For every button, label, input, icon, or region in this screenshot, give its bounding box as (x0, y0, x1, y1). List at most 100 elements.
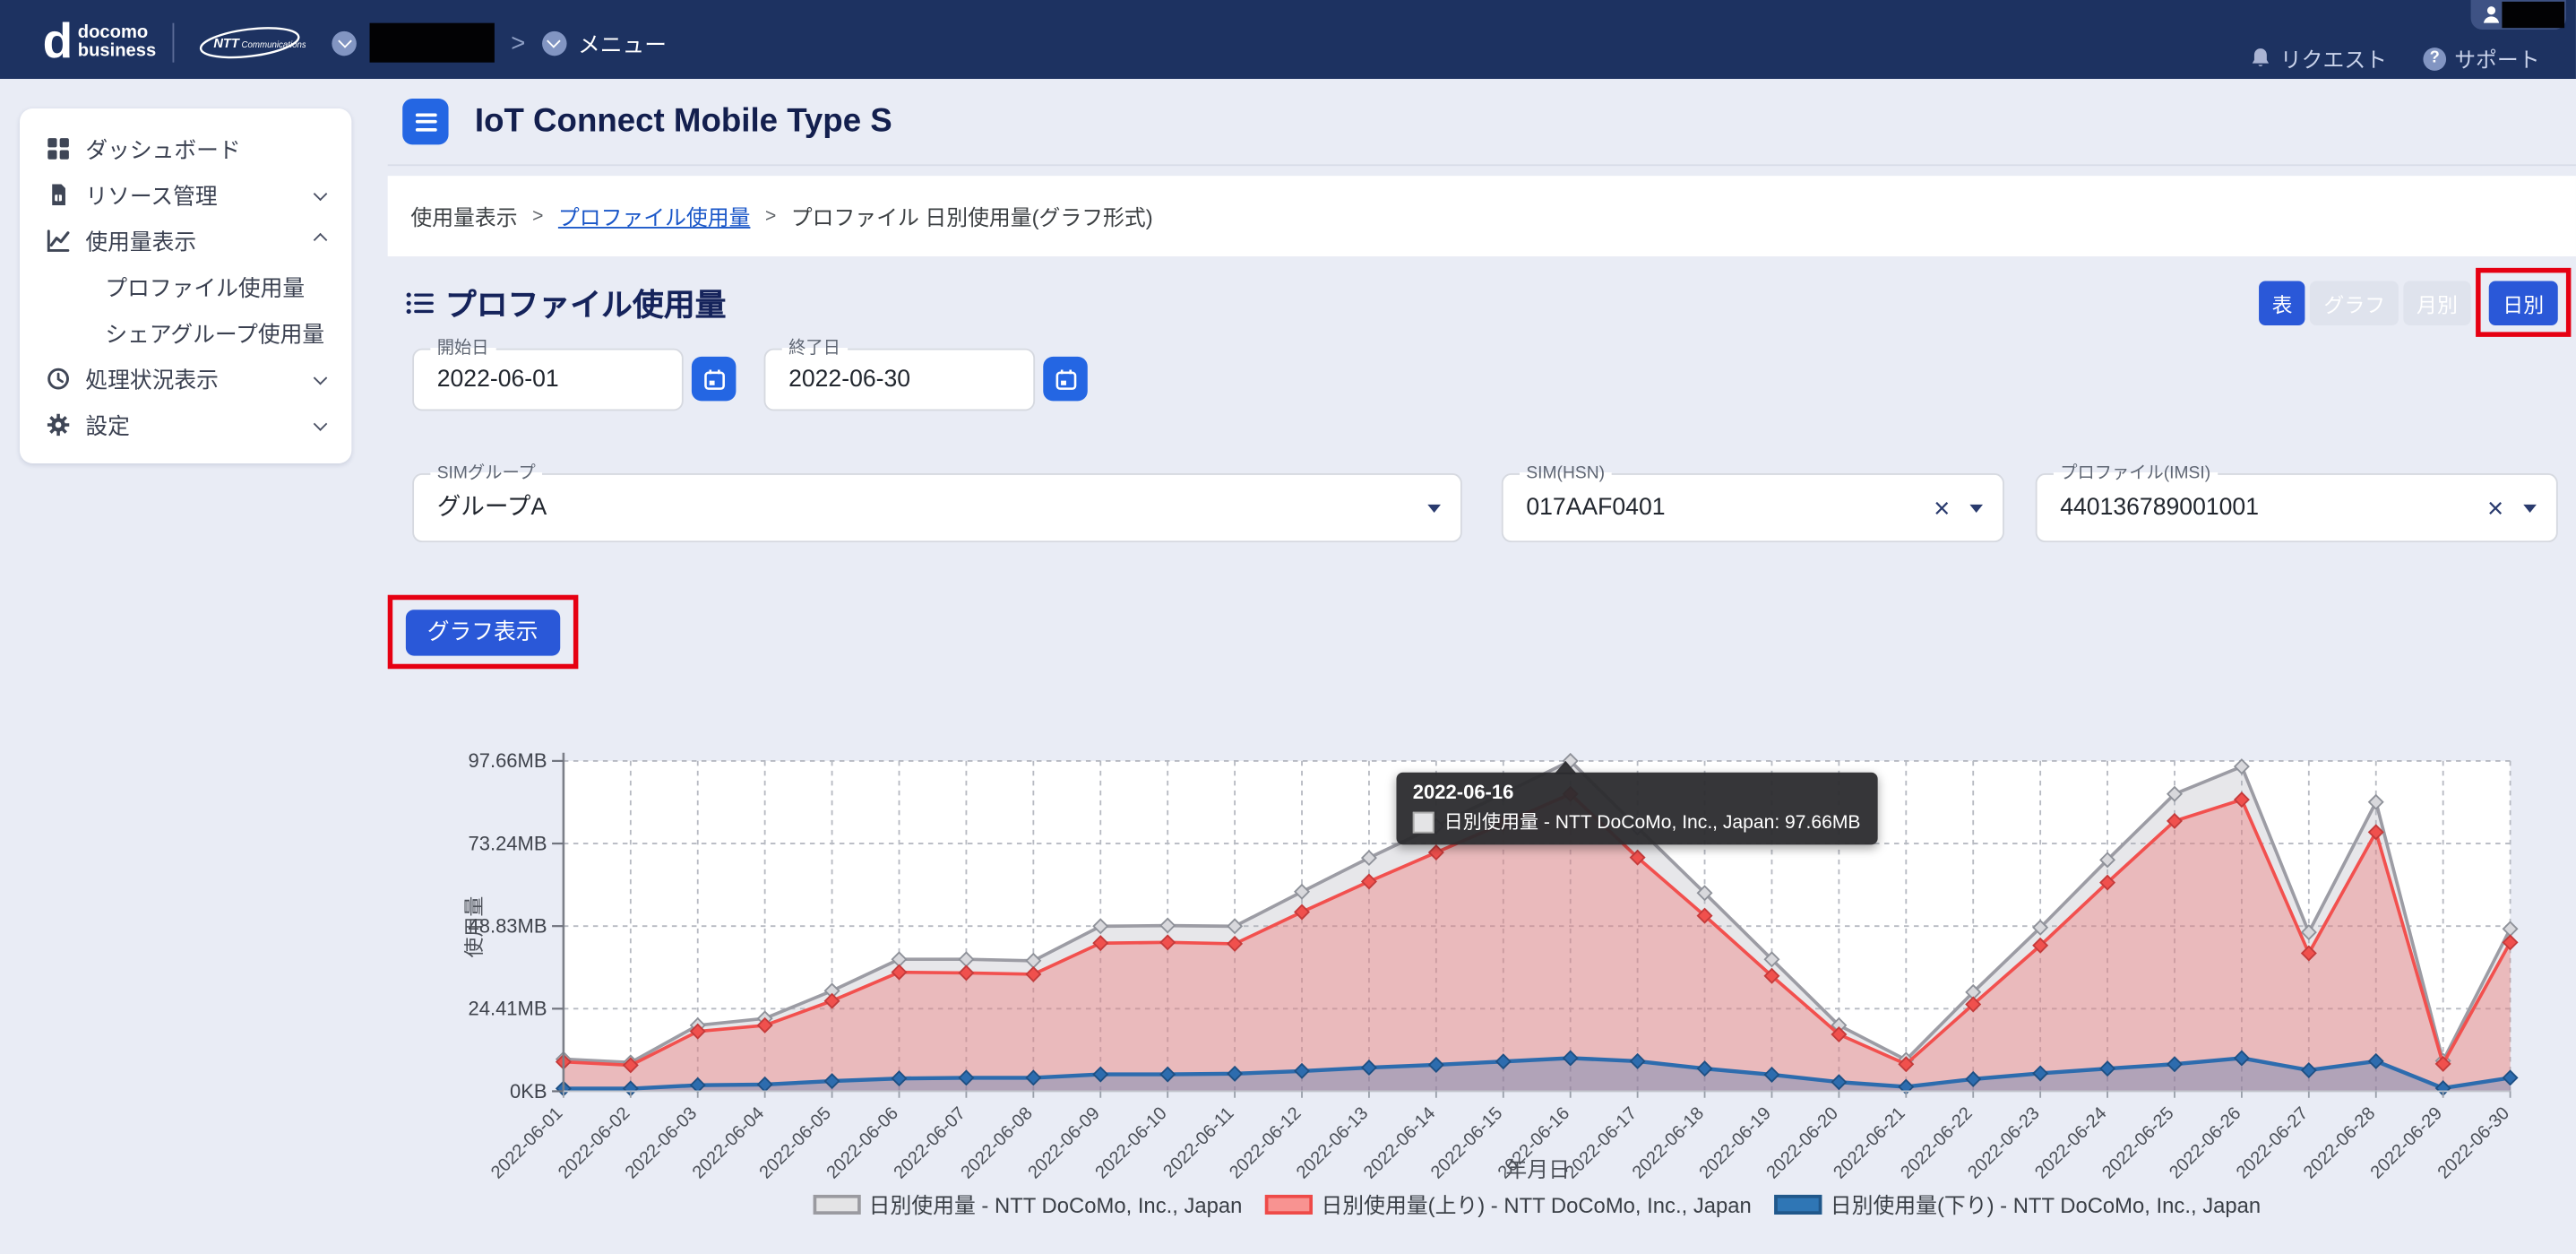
svg-text:97.66MB: 97.66MB (468, 749, 547, 772)
sidebar-item-label: シェアグループ使用量 (105, 316, 325, 349)
sim-hsn-label: SIM(HSN) (1520, 463, 1611, 483)
clear-icon[interactable]: × (1934, 494, 1950, 522)
chart-legend: 日別使用量 - NTT DoCoMo, Inc., Japan 日別使用量(上り)… (564, 1189, 2511, 1220)
user-account-chip[interactable] (2471, 0, 2566, 30)
svg-text:2022-06-12: 2022-06-12 (1226, 1103, 1305, 1182)
sidebar-item-label: 使用量表示 (85, 223, 315, 256)
svg-text:NTT: NTT (213, 37, 240, 51)
svg-text:2022-06-14: 2022-06-14 (1360, 1103, 1439, 1182)
breadcrumb-item-2: プロファイル 日別使用量(グラフ形式) (791, 201, 1153, 232)
svg-text:2022-06-10: 2022-06-10 (1091, 1103, 1170, 1182)
navbar-separator: > (511, 29, 525, 56)
profile-imsi-select[interactable]: プロファイル(IMSI) 440136789001001 × (2036, 473, 2558, 542)
svg-text:2022-06-29: 2022-06-29 (2367, 1103, 2446, 1182)
sidebar-item-label: 処理状況表示 (85, 361, 315, 394)
page: d docomobusiness NTT Communications > メニ… (0, 0, 2576, 1254)
svg-text:2022-06-19: 2022-06-19 (1695, 1103, 1774, 1182)
breadcrumb-separator: > (765, 206, 776, 226)
sim-group-select[interactable]: SIMグループ グループA (412, 473, 1462, 542)
svg-text:2022-06-09: 2022-06-09 (1024, 1103, 1103, 1182)
sidebar-item-label: リソース管理 (85, 177, 315, 211)
legend-swatch (813, 1194, 860, 1214)
section-title-row: プロファイル使用量 表グラフ月別日別 (388, 270, 2576, 335)
svg-text:2022-06-30: 2022-06-30 (2434, 1103, 2513, 1182)
clear-icon[interactable]: × (2487, 494, 2503, 522)
svg-text:2022-06-17: 2022-06-17 (1562, 1103, 1641, 1182)
legend-swatch (1774, 1194, 1822, 1214)
profile-imsi-label: プロファイル(IMSI) (2054, 463, 2218, 483)
sidebar-item-label: ダッシュボード (85, 132, 325, 165)
svg-text:2022-06-27: 2022-06-27 (2233, 1103, 2312, 1182)
end-date-field[interactable]: 終了日 2022-06-30 (764, 349, 1036, 411)
start-date-calendar-button[interactable] (692, 357, 737, 402)
redacted-user-name (2502, 2, 2564, 28)
sidebar-item-3[interactable]: プロファイル使用量 (20, 263, 351, 308)
svg-text:使用量: 使用量 (462, 896, 486, 958)
breadcrumb: 使用量表示>プロファイル使用量>プロファイル 日別使用量(グラフ形式) (388, 176, 2576, 256)
tooltip-series-swatch (1413, 811, 1434, 833)
view-button-月別[interactable]: 月別 (2403, 281, 2470, 325)
sidebar-item-0[interactable]: ダッシュボード (20, 125, 351, 170)
svg-text:2022-06-22: 2022-06-22 (1897, 1103, 1976, 1182)
view-button-グラフ[interactable]: グラフ (2311, 281, 2399, 325)
legend-label: 日別使用量(上り) - NTT DoCoMo, Inc., Japan (1321, 1189, 1751, 1220)
sim-hsn-value: 017AAF0401 (1503, 475, 1934, 541)
breadcrumb-item-1[interactable]: プロファイル使用量 (558, 201, 751, 232)
view-toggle-buttons: 表グラフ月別日別 (2259, 281, 2576, 325)
svg-text:2022-06-18: 2022-06-18 (1629, 1103, 1708, 1182)
request-link[interactable]: リクエスト (2280, 43, 2387, 74)
chevron-down-icon[interactable] (2523, 504, 2537, 512)
start-date-field[interactable]: 開始日 2022-06-01 (412, 349, 684, 411)
legend-item-1[interactable]: 日別使用量(上り) - NTT DoCoMo, Inc., Japan (1265, 1189, 1752, 1220)
account-badge-icon[interactable] (332, 30, 357, 56)
end-date-calendar-button[interactable] (1043, 357, 1088, 402)
profile-imsi-value: 440136789001001 (2038, 475, 2487, 541)
hamburger-menu-button[interactable] (402, 99, 448, 144)
sim-group-label: SIMグループ (430, 463, 542, 483)
help-icon[interactable]: ? (2423, 47, 2446, 70)
show-graph-button[interactable]: グラフ表示 (406, 609, 559, 655)
docomo-logo-icon: d (43, 22, 72, 65)
menu-badge-icon[interactable] (542, 30, 567, 56)
sidebar-menu: ダッシュボードリソース管理使用量表示プロファイル使用量シェアグループ使用量処理状… (20, 108, 351, 463)
svg-text:2022-06-03: 2022-06-03 (622, 1103, 701, 1182)
tooltip-date: 2022-06-16 (1413, 781, 1861, 804)
svg-text:2022-06-04: 2022-06-04 (689, 1103, 768, 1182)
redacted-account-name (370, 23, 495, 63)
svg-text:2022-06-07: 2022-06-07 (891, 1103, 969, 1182)
ntt-communications-logo-icon: NTT Communications (191, 23, 306, 63)
svg-text:2022-06-08: 2022-06-08 (957, 1103, 1036, 1182)
person-icon (2482, 5, 2500, 25)
sidebar-item-label: 設定 (85, 408, 315, 441)
sidebar-item-4[interactable]: シェアグループ使用量 (20, 309, 351, 355)
view-button-表[interactable]: 表 (2259, 281, 2305, 325)
chevron-down-icon[interactable] (1427, 504, 1441, 512)
chevron-down-icon[interactable] (1969, 504, 1983, 512)
sidebar-item-5[interactable]: 処理状況表示 (20, 355, 351, 401)
chart-tooltip: 2022-06-16 日別使用量 - NTT DoCoMo, Inc., Jap… (1396, 773, 1876, 845)
navbar-left: d docomobusiness NTT Communications > メニ… (43, 18, 667, 67)
sidebar-item-6[interactable]: 設定 (20, 401, 351, 446)
legend-label: 日別使用量(下り) - NTT DoCoMo, Inc., Japan (1831, 1189, 2261, 1220)
bell-icon[interactable] (2249, 46, 2272, 71)
svg-text:2022-06-02: 2022-06-02 (555, 1103, 633, 1182)
sidebar-item-2[interactable]: 使用量表示 (20, 217, 351, 263)
chevron-up-icon (314, 233, 328, 247)
divider (173, 23, 175, 63)
svg-text:2022-06-24: 2022-06-24 (2031, 1103, 2110, 1182)
support-link[interactable]: サポート (2454, 43, 2539, 74)
legend-item-2[interactable]: 日別使用量(下り) - NTT DoCoMo, Inc., Japan (1774, 1189, 2261, 1220)
breadcrumb-item-0: 使用量表示 (410, 201, 517, 232)
svg-text:2022-06-13: 2022-06-13 (1293, 1103, 1372, 1182)
view-button-日別[interactable]: 日別 (2490, 281, 2557, 325)
svg-text:2022-06-23: 2022-06-23 (1964, 1103, 2043, 1182)
svg-text:2022-06-28: 2022-06-28 (2300, 1103, 2379, 1182)
app-title: IoT Connect Mobile Type S (475, 103, 892, 141)
select-filter-row: SIMグループ グループA SIM(HSN) 017AAF0401 × プロファ… (412, 473, 2558, 542)
svg-text:2022-06-01: 2022-06-01 (487, 1103, 566, 1182)
calendar-icon (702, 368, 726, 391)
legend-item-0[interactable]: 日別使用量 - NTT DoCoMo, Inc., Japan (813, 1189, 1242, 1220)
sidebar-item-1[interactable]: リソース管理 (20, 171, 351, 217)
sim-hsn-select[interactable]: SIM(HSN) 017AAF0401 × (1502, 473, 2004, 542)
menu-item[interactable]: メニュー (578, 26, 667, 59)
